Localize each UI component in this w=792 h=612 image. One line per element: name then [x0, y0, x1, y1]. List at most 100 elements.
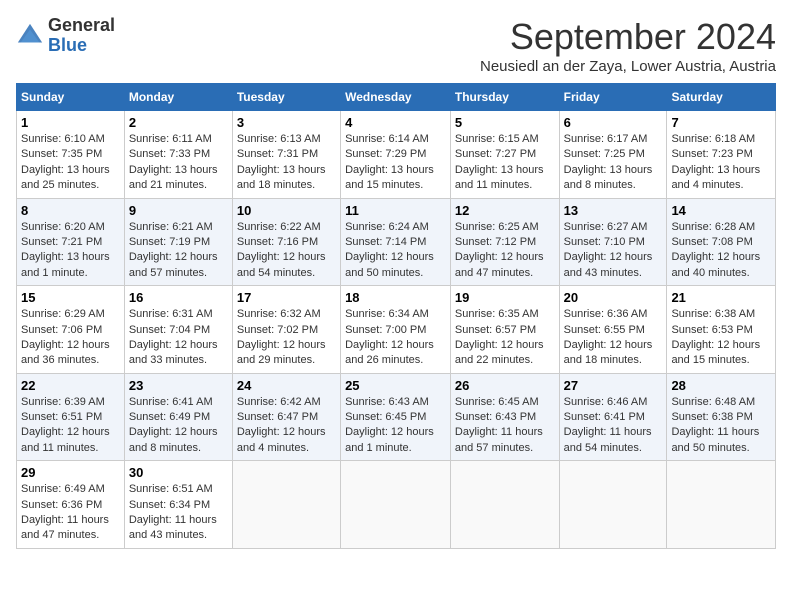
day-info: Sunrise: 6:39 AM Sunset: 6:51 PM Dayligh… — [21, 395, 120, 457]
day-info: Sunrise: 6:48 AM Sunset: 6:38 PM Dayligh… — [671, 395, 771, 457]
day-info: Sunrise: 6:38 AM Sunset: 6:53 PM Dayligh… — [671, 307, 771, 369]
day-info: Sunrise: 6:49 AM Sunset: 6:36 PM Dayligh… — [21, 482, 120, 544]
logo-icon — [16, 22, 44, 50]
week-row-4: 22 Sunrise: 6:39 AM Sunset: 6:51 PM Dayli… — [17, 373, 776, 461]
day-cell: 7 Sunrise: 6:18 AM Sunset: 7:23 PM Daylig… — [667, 111, 776, 199]
header-row: Sunday Monday Tuesday Wednesday Thursday… — [17, 84, 776, 111]
day-info: Sunrise: 6:22 AM Sunset: 7:16 PM Dayligh… — [237, 220, 336, 282]
day-cell — [667, 461, 776, 549]
day-number: 6 — [564, 115, 663, 130]
page-header: General Blue September 2024 Neusiedl an … — [16, 16, 776, 75]
col-friday: Friday — [559, 84, 667, 111]
day-info: Sunrise: 6:41 AM Sunset: 6:49 PM Dayligh… — [129, 395, 228, 457]
day-cell: 24Sunrise: 6:42 AM Sunset: 6:47 PM Dayli… — [232, 373, 340, 461]
day-number: 4 — [345, 115, 446, 130]
day-info: Sunrise: 6:43 AM Sunset: 6:45 PM Dayligh… — [345, 395, 446, 457]
location: Neusiedl an der Zaya, Lower Austria, Aus… — [480, 58, 776, 75]
day-cell: 2Sunrise: 6:11 AM Sunset: 7:33 PM Daylig… — [124, 111, 232, 199]
day-cell: 22 Sunrise: 6:39 AM Sunset: 6:51 PM Dayli… — [17, 373, 125, 461]
day-number: 5 — [455, 115, 555, 130]
day-info: Sunrise: 6:18 AM Sunset: 7:23 PM Dayligh… — [671, 132, 771, 194]
day-number: 21 — [671, 290, 771, 305]
day-number: 27 — [564, 378, 663, 393]
day-cell: 14 Sunrise: 6:28 AM Sunset: 7:08 PM Dayli… — [667, 198, 776, 286]
day-info: Sunrise: 6:29 AM Sunset: 7:06 PM Dayligh… — [21, 307, 120, 369]
day-info: Sunrise: 6:24 AM Sunset: 7:14 PM Dayligh… — [345, 220, 446, 282]
month-title: September 2024 — [480, 16, 776, 58]
day-cell: 16Sunrise: 6:31 AM Sunset: 7:04 PM Dayli… — [124, 286, 232, 374]
day-cell — [450, 461, 559, 549]
day-cell: 29 Sunrise: 6:49 AM Sunset: 6:36 PM Dayli… — [17, 461, 125, 549]
day-number: 30 — [129, 465, 228, 480]
day-cell: 15Sunrise: 6:29 AM Sunset: 7:06 PM Dayli… — [17, 286, 125, 374]
day-cell: 12Sunrise: 6:25 AM Sunset: 7:12 PM Dayli… — [450, 198, 559, 286]
day-info: Sunrise: 6:11 AM Sunset: 7:33 PM Dayligh… — [129, 132, 228, 194]
day-number: 19 — [455, 290, 555, 305]
col-monday: Monday — [124, 84, 232, 111]
week-row-5: 29 Sunrise: 6:49 AM Sunset: 6:36 PM Dayli… — [17, 461, 776, 549]
day-cell: 1 Sunrise: 6:10 AM Sunset: 7:35 PM Daylig… — [17, 111, 125, 199]
day-cell: 25 Sunrise: 6:43 AM Sunset: 6:45 PM Dayli… — [341, 373, 451, 461]
day-info: Sunrise: 6:45 AM Sunset: 6:43 PM Dayligh… — [455, 395, 555, 457]
day-cell: 27 Sunrise: 6:46 AM Sunset: 6:41 PM Dayli… — [559, 373, 667, 461]
day-number: 3 — [237, 115, 336, 130]
day-number: 10 — [237, 203, 336, 218]
day-info: Sunrise: 6:13 AM Sunset: 7:31 PM Dayligh… — [237, 132, 336, 194]
day-cell: 5Sunrise: 6:15 AM Sunset: 7:27 PM Daylig… — [450, 111, 559, 199]
day-number: 11 — [345, 203, 446, 218]
day-number: 13 — [564, 203, 663, 218]
day-number: 12 — [455, 203, 555, 218]
day-cell — [232, 461, 340, 549]
day-info: Sunrise: 6:17 AM Sunset: 7:25 PM Dayligh… — [564, 132, 663, 194]
day-cell: 28 Sunrise: 6:48 AM Sunset: 6:38 PM Dayli… — [667, 373, 776, 461]
day-cell: 4 Sunrise: 6:14 AM Sunset: 7:29 PM Daylig… — [341, 111, 451, 199]
day-cell: 9 Sunrise: 6:21 AM Sunset: 7:19 PM Daylig… — [124, 198, 232, 286]
day-info: Sunrise: 6:28 AM Sunset: 7:08 PM Dayligh… — [671, 220, 771, 282]
day-cell: 18 Sunrise: 6:34 AM Sunset: 7:00 PM Dayli… — [341, 286, 451, 374]
day-info: Sunrise: 6:21 AM Sunset: 7:19 PM Dayligh… — [129, 220, 228, 282]
day-number: 22 — [21, 378, 120, 393]
day-info: Sunrise: 6:46 AM Sunset: 6:41 PM Dayligh… — [564, 395, 663, 457]
col-saturday: Saturday — [667, 84, 776, 111]
day-cell: 23Sunrise: 6:41 AM Sunset: 6:49 PM Dayli… — [124, 373, 232, 461]
day-cell: 17 Sunrise: 6:32 AM Sunset: 7:02 PM Dayli… — [232, 286, 340, 374]
day-number: 28 — [671, 378, 771, 393]
day-cell: 21 Sunrise: 6:38 AM Sunset: 6:53 PM Dayli… — [667, 286, 776, 374]
day-number: 14 — [671, 203, 771, 218]
day-info: Sunrise: 6:35 AM Sunset: 6:57 PM Dayligh… — [455, 307, 555, 369]
day-number: 26 — [455, 378, 555, 393]
day-number: 8 — [21, 203, 120, 218]
day-cell: 26 Sunrise: 6:45 AM Sunset: 6:43 PM Dayli… — [450, 373, 559, 461]
day-number: 1 — [21, 115, 120, 130]
day-info: Sunrise: 6:34 AM Sunset: 7:00 PM Dayligh… — [345, 307, 446, 369]
day-number: 17 — [237, 290, 336, 305]
day-cell: 20Sunrise: 6:36 AM Sunset: 6:55 PM Dayli… — [559, 286, 667, 374]
day-number: 7 — [671, 115, 771, 130]
day-number: 20 — [564, 290, 663, 305]
calendar-table: Sunday Monday Tuesday Wednesday Thursday… — [16, 83, 776, 549]
day-cell: 13 Sunrise: 6:27 AM Sunset: 7:10 PM Dayli… — [559, 198, 667, 286]
day-number: 29 — [21, 465, 120, 480]
day-number: 25 — [345, 378, 446, 393]
day-number: 9 — [129, 203, 228, 218]
week-row-3: 15Sunrise: 6:29 AM Sunset: 7:06 PM Dayli… — [17, 286, 776, 374]
day-cell: 6 Sunrise: 6:17 AM Sunset: 7:25 PM Daylig… — [559, 111, 667, 199]
day-cell: 30Sunrise: 6:51 AM Sunset: 6:34 PM Dayli… — [124, 461, 232, 549]
day-info: Sunrise: 6:14 AM Sunset: 7:29 PM Dayligh… — [345, 132, 446, 194]
day-number: 18 — [345, 290, 446, 305]
day-cell — [559, 461, 667, 549]
day-info: Sunrise: 6:27 AM Sunset: 7:10 PM Dayligh… — [564, 220, 663, 282]
day-number: 16 — [129, 290, 228, 305]
day-number: 24 — [237, 378, 336, 393]
week-row-1: 1 Sunrise: 6:10 AM Sunset: 7:35 PM Daylig… — [17, 111, 776, 199]
day-cell: 3 Sunrise: 6:13 AM Sunset: 7:31 PM Daylig… — [232, 111, 340, 199]
day-info: Sunrise: 6:32 AM Sunset: 7:02 PM Dayligh… — [237, 307, 336, 369]
col-wednesday: Wednesday — [341, 84, 451, 111]
logo-text: General Blue — [48, 16, 115, 56]
day-cell — [341, 461, 451, 549]
week-row-2: 8Sunrise: 6:20 AM Sunset: 7:21 PM Daylig… — [17, 198, 776, 286]
day-cell: 10 Sunrise: 6:22 AM Sunset: 7:16 PM Dayli… — [232, 198, 340, 286]
col-tuesday: Tuesday — [232, 84, 340, 111]
day-info: Sunrise: 6:10 AM Sunset: 7:35 PM Dayligh… — [21, 132, 120, 194]
title-block: September 2024 Neusiedl an der Zaya, Low… — [480, 16, 776, 75]
